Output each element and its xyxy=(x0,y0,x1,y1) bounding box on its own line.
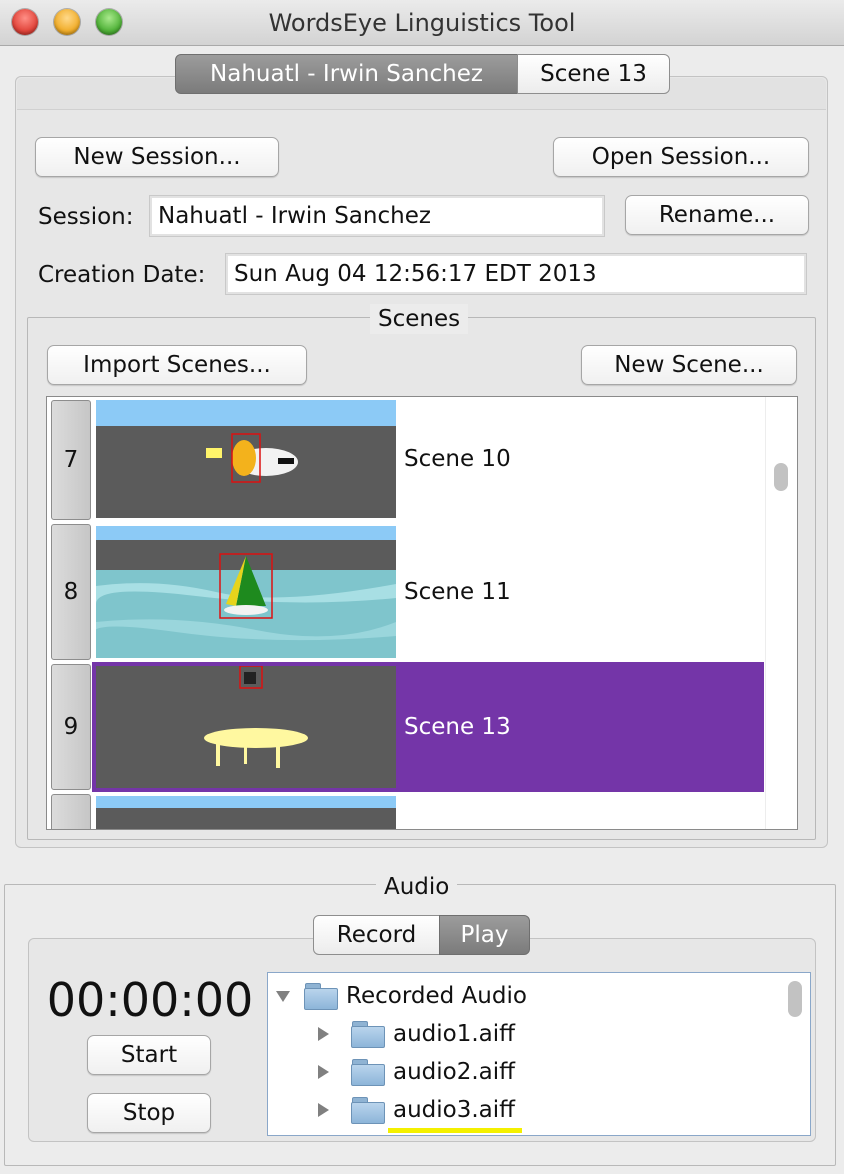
session-label: Session: xyxy=(38,204,134,230)
scene-name[interactable]: Scene 10 xyxy=(396,400,764,518)
tree-root-recorded-audio[interactable]: Recorded Audio xyxy=(276,977,527,1015)
scene-thumbnail[interactable] xyxy=(96,666,396,788)
tree-item-label: audio1.aiff xyxy=(393,1021,516,1047)
scene-thumbnail[interactable] xyxy=(96,526,396,658)
tab-record[interactable]: Record xyxy=(313,915,440,955)
tab-session[interactable]: Nahuatl - Irwin Sanchez xyxy=(175,54,518,94)
window-title: WordsEye Linguistics Tool xyxy=(268,9,576,37)
title-bar: WordsEye Linguistics Tool xyxy=(0,0,844,46)
scrollbar-thumb[interactable] xyxy=(788,981,802,1017)
open-session-button[interactable]: Open Session... xyxy=(553,137,809,177)
session-name-field[interactable]: Nahuatl - Irwin Sanchez xyxy=(149,195,605,237)
tab-scene[interactable]: Scene 13 xyxy=(517,54,670,94)
import-scenes-button[interactable]: Import Scenes... xyxy=(47,345,307,385)
scene-row-number xyxy=(51,794,91,829)
tab-play[interactable]: Play xyxy=(439,915,530,955)
tree-scrollbar[interactable] xyxy=(780,973,810,1135)
creation-date-label: Creation Date: xyxy=(38,262,206,288)
folder-icon xyxy=(351,1097,385,1124)
tree-item-label: Recorded Audio xyxy=(346,983,527,1009)
start-button[interactable]: Start xyxy=(87,1035,211,1075)
tree-item-underline xyxy=(388,1128,522,1133)
scene-name[interactable]: Scene 13 xyxy=(396,664,764,790)
expand-right-icon[interactable] xyxy=(318,1027,329,1041)
scene-list-scrollbar[interactable] xyxy=(765,397,797,829)
new-scene-button[interactable]: New Scene... xyxy=(581,345,797,385)
stop-button[interactable]: Stop xyxy=(87,1093,211,1133)
scene-row-number: 7 xyxy=(51,400,91,520)
folder-icon xyxy=(351,1021,385,1048)
tree-item-audio2[interactable]: audio2.aiff xyxy=(318,1053,515,1091)
expand-right-icon[interactable] xyxy=(318,1065,329,1079)
tree-item-label: audio3.aiff xyxy=(393,1097,516,1123)
expand-right-icon[interactable] xyxy=(318,1103,329,1117)
scene-name[interactable]: Scene 11 xyxy=(396,526,764,658)
scene-row-number: 9 xyxy=(51,664,91,790)
folder-icon xyxy=(351,1059,385,1086)
recorded-audio-tree[interactable]: Recorded Audio audio1.aiff audio2.aiff a… xyxy=(267,972,811,1136)
scene-thumbnail[interactable] xyxy=(96,796,396,829)
tree-item-label: audio2.aiff xyxy=(393,1059,516,1085)
scrollbar-thumb[interactable] xyxy=(774,463,788,491)
audio-legend: Audio xyxy=(376,872,458,902)
rename-button[interactable]: Rename... xyxy=(625,195,809,235)
scene-row-number: 8 xyxy=(51,524,91,660)
tree-item-audio1[interactable]: audio1.aiff xyxy=(318,1015,515,1053)
creation-date-field: Sun Aug 04 12:56:17 EDT 2013 xyxy=(225,253,807,295)
audio-timer: 00:00:00 xyxy=(46,973,254,1027)
scenes-legend: Scenes xyxy=(370,304,469,334)
folder-icon xyxy=(304,983,338,1010)
expand-down-icon[interactable] xyxy=(276,990,290,1002)
new-session-button[interactable]: New Session... xyxy=(35,137,279,177)
scene-thumbnail[interactable] xyxy=(96,400,396,518)
tree-item-audio3[interactable]: audio3.aiff xyxy=(318,1091,515,1129)
scene-list[interactable]: 7 Scene 10 8 Scene 11 9 Scene 13 xyxy=(46,396,798,830)
